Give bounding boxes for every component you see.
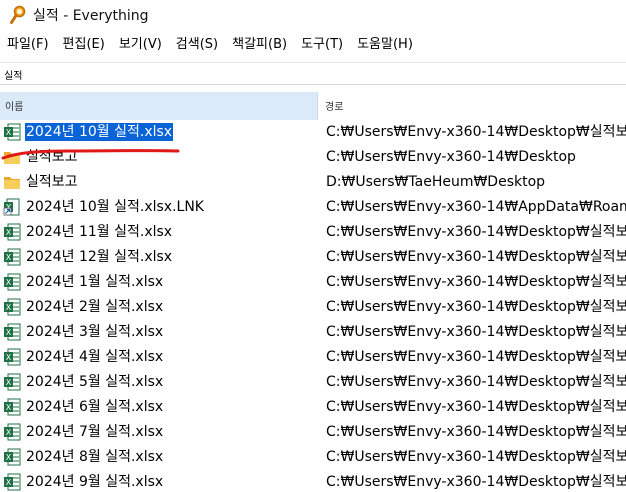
row-path: C:₩Users₩Envy-x360-14₩Desktop₩실적보고	[326, 324, 626, 340]
row-path: C:₩Users₩Envy-x360-14₩Desktop₩실적보고	[326, 449, 626, 465]
results-list[interactable]: X 2024년 10월 실적.xlsx C:₩Users₩Envy-x360-14₩…	[0, 120, 626, 492]
table-row[interactable]: X 2024년 6월 실적.xlsx C:₩Users₩Envy-x360-14₩D…	[0, 395, 626, 420]
search-bar	[0, 62, 626, 85]
table-row[interactable]: X 2024년 12월 실적.xlsx C:₩Users₩Envy-x360-14₩…	[0, 245, 626, 270]
menu-item-1[interactable]: 편집(E)	[56, 33, 112, 57]
row-path: C:₩Users₩Envy-x360-14₩Desktop₩실적보고	[326, 274, 626, 290]
table-row[interactable]: X 2024년 2월 실적.xlsx C:₩Users₩Envy-x360-14₩D…	[0, 295, 626, 320]
excel-file-icon: X	[3, 298, 21, 316]
table-row[interactable]: 실적보고 C:₩Users₩Envy-x360-14₩Desktop	[0, 145, 626, 170]
window-title: 실적 - Everything	[33, 8, 149, 24]
row-name: 2024년 3월 실적.xlsx	[26, 324, 164, 340]
row-path: C:₩Users₩Envy-x360-14₩Desktop₩실적보고	[326, 399, 626, 415]
excel-file-icon: X	[3, 223, 21, 241]
column-header-path[interactable]: 경로	[319, 92, 626, 120]
row-name: 2024년 5월 실적.xlsx	[26, 374, 164, 390]
menu-item-6[interactable]: 도움말(H)	[350, 33, 420, 57]
row-path: C:₩Users₩Envy-x360-14₩Desktop₩실적보고	[326, 299, 626, 315]
svg-text:X: X	[6, 253, 12, 262]
row-name: 2024년 10월 실적.xlsx	[23, 122, 175, 142]
excel-file-icon: X	[3, 323, 21, 341]
row-path: C:₩Users₩Envy-x360-14₩AppData₩Roamin...	[326, 199, 626, 215]
row-path: C:₩Users₩Envy-x360-14₩Desktop₩실적보고	[326, 249, 626, 265]
search-input[interactable]	[4, 66, 614, 82]
folder-icon	[3, 148, 21, 166]
row-name: 2024년 7월 실적.xlsx	[26, 424, 164, 440]
svg-text:X: X	[6, 128, 12, 137]
table-row[interactable]: X 2024년 1월 실적.xlsx C:₩Users₩Envy-x360-14₩D…	[0, 270, 626, 295]
row-name: 실적보고	[26, 174, 78, 190]
table-row[interactable]: 실적보고 D:₩Users₩TaeHeum₩Desktop	[0, 170, 626, 195]
svg-text:X: X	[6, 278, 12, 287]
menu-item-5[interactable]: 도구(T)	[294, 33, 350, 57]
menu-item-0[interactable]: 파일(F)	[0, 33, 56, 57]
svg-text:X: X	[6, 378, 12, 387]
row-name: 2024년 8월 실적.xlsx	[26, 449, 164, 465]
row-name: 2024년 11월 실적.xlsx	[26, 224, 173, 240]
menu-bar: 파일(F) 편집(E) 보기(V) 검색(S) 책갈피(B) 도구(T) 도움말(H)	[0, 33, 626, 57]
row-name: 2024년 2월 실적.xlsx	[26, 299, 164, 315]
row-name: 2024년 1월 실적.xlsx	[26, 274, 164, 290]
svg-text:X: X	[6, 228, 12, 237]
svg-text:X: X	[6, 353, 12, 362]
row-path: D:₩Users₩TaeHeum₩Desktop	[326, 174, 546, 190]
table-row[interactable]: X 2024년 8월 실적.xlsx C:₩Users₩Envy-x360-14₩D…	[0, 445, 626, 470]
row-name: 2024년 6월 실적.xlsx	[26, 399, 164, 415]
row-path: C:₩Users₩Envy-x360-14₩Desktop₩실적보고	[326, 124, 626, 140]
table-row[interactable]: X 2024년 3월 실적.xlsx C:₩Users₩Envy-x360-14₩D…	[0, 320, 626, 345]
excel-file-icon: X	[3, 473, 21, 491]
svg-text:X: X	[6, 328, 12, 337]
row-name: 2024년 9월 실적.xlsx	[26, 474, 164, 490]
menu-item-4[interactable]: 책갈피(B)	[225, 33, 294, 57]
table-row[interactable]: X 2024년 5월 실적.xlsx C:₩Users₩Envy-x360-14₩D…	[0, 370, 626, 395]
row-name: 2024년 10월 실적.xlsx.LNK	[26, 199, 204, 215]
excel-file-icon: X	[3, 398, 21, 416]
row-name: 2024년 4월 실적.xlsx	[26, 349, 164, 365]
table-row[interactable]: X 2024년 4월 실적.xlsx C:₩Users₩Envy-x360-14₩D…	[0, 345, 626, 370]
row-path: C:₩Users₩Envy-x360-14₩Desktop₩실적보고	[326, 424, 626, 440]
excel-file-icon: X	[3, 373, 21, 391]
menu-item-3[interactable]: 검색(S)	[169, 33, 225, 57]
row-path: C:₩Users₩Envy-x360-14₩Desktop	[326, 149, 576, 165]
table-row[interactable]: X 2024년 11월 실적.xlsx C:₩Users₩Envy-x360-14₩…	[0, 220, 626, 245]
menu-item-2[interactable]: 보기(V)	[112, 33, 169, 57]
table-row[interactable]: X 2024년 7월 실적.xlsx C:₩Users₩Envy-x360-14₩D…	[0, 420, 626, 445]
row-name: 실적보고	[26, 149, 78, 165]
svg-text:X: X	[6, 478, 12, 487]
title-bar[interactable]: 실적 - Everything	[0, 0, 626, 30]
column-header-name[interactable]: 이름	[0, 92, 318, 120]
column-header-path-label: 경로	[325, 102, 344, 113]
shortcut-file-icon: X	[3, 198, 21, 216]
search-icon	[10, 5, 26, 24]
column-header: 이름 경로	[0, 92, 626, 120]
table-row[interactable]: X 2024년 10월 실적.xlsx C:₩Users₩Envy-x360-14₩…	[0, 120, 626, 145]
column-header-name-label: 이름	[5, 102, 24, 113]
svg-text:X: X	[6, 403, 12, 412]
excel-file-icon: X	[3, 123, 21, 141]
row-path: C:₩Users₩Envy-x360-14₩Desktop₩실적보고	[326, 224, 626, 240]
row-path: C:₩Users₩Envy-x360-14₩Desktop₩실적보고	[326, 374, 626, 390]
excel-file-icon: X	[3, 448, 21, 466]
row-name: 2024년 12월 실적.xlsx	[26, 249, 173, 265]
excel-file-icon: X	[3, 348, 21, 366]
svg-text:X: X	[6, 303, 12, 312]
row-path: C:₩Users₩Envy-x360-14₩Desktop₩실적보고	[326, 474, 626, 490]
excel-file-icon: X	[3, 248, 21, 266]
excel-file-icon: X	[3, 273, 21, 291]
excel-file-icon: X	[3, 423, 21, 441]
table-row[interactable]: X 2024년 9월 실적.xlsx C:₩Users₩Envy-x360-14₩D…	[0, 470, 626, 492]
table-row[interactable]: X 2024년 10월 실적.xlsx.LNK C:₩Users₩Envy-x360…	[0, 195, 626, 220]
row-path: C:₩Users₩Envy-x360-14₩Desktop₩실적보고	[326, 349, 626, 365]
svg-text:X: X	[6, 428, 12, 437]
folder-icon	[3, 173, 21, 191]
svg-text:X: X	[6, 453, 12, 462]
